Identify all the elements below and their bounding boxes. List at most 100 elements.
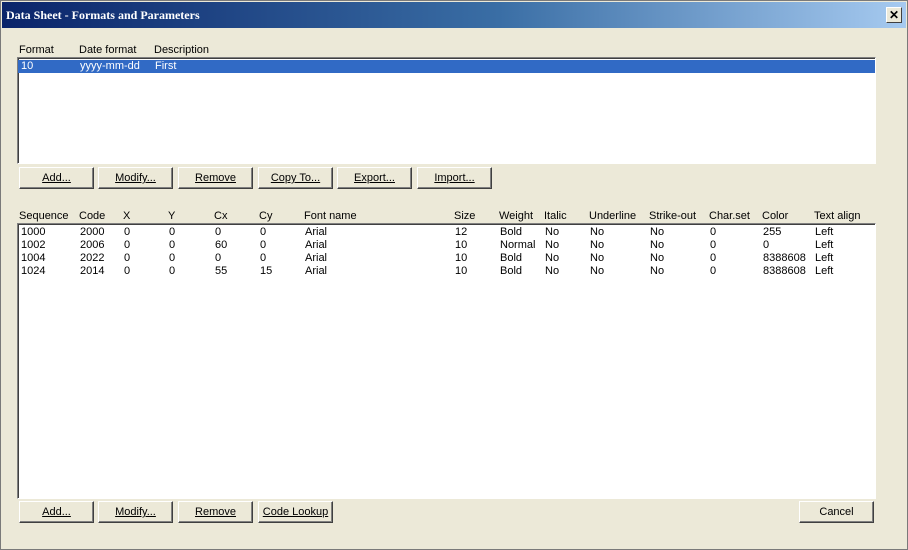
cx-cell: 0 [215, 226, 222, 238]
description-cell: First [155, 60, 177, 72]
weight-cell: Bold [500, 252, 523, 264]
format-cell: 10 [21, 60, 34, 72]
font-name-cell: Arial [305, 252, 328, 264]
y-cell: 0 [169, 252, 176, 264]
sequence-cell: 1024 [21, 265, 46, 277]
parameters-row[interactable]: 1024 2014 0 0 55 15 Arial 10 Bold No No No 0 8388608 L… [18, 265, 875, 278]
header-color[interactable]: Color [762, 210, 788, 222]
params-add-label: Add... [42, 506, 71, 518]
params-modify-button[interactable]: Modify... [98, 501, 173, 523]
underline-cell: No [590, 239, 605, 251]
strike-out-cell: No [650, 226, 665, 238]
size-cell: 12 [455, 226, 468, 238]
text-align-cell: Left [815, 265, 834, 277]
strike-out-cell: No [650, 252, 665, 264]
font-name-cell: Arial [305, 265, 328, 277]
size-cell: 10 [455, 239, 468, 251]
code-cell: 2006 [80, 239, 105, 251]
italic-cell: No [545, 239, 560, 251]
copy-to-label: Copy To... [270, 172, 321, 184]
parameters-row[interactable]: 1004 2022 0 0 0 0 Arial 10 Bold No No No 0 8388608 Lef… [18, 252, 875, 265]
import-label: Import... [434, 172, 475, 184]
header-y[interactable]: Y [168, 210, 175, 222]
params-remove-button[interactable]: Remove [178, 501, 253, 523]
header-underline[interactable]: Underline [589, 210, 636, 222]
import-button[interactable]: Import... [417, 167, 492, 189]
cy-cell: 15 [260, 265, 273, 277]
weight-cell: Normal [500, 239, 536, 251]
y-cell: 0 [169, 265, 176, 277]
color-cell: 255 [763, 226, 782, 238]
italic-cell: No [545, 265, 560, 277]
cy-cell: 0 [260, 252, 267, 264]
copy-to-button[interactable]: Copy To... [258, 167, 333, 189]
close-button[interactable]: ✕ [886, 7, 902, 23]
header-font-name[interactable]: Font name [304, 210, 357, 222]
title-bar[interactable]: Data Sheet - Formats and Parameters ✕ [2, 2, 906, 28]
x-cell: 0 [124, 252, 131, 264]
code-cell: 2000 [80, 226, 105, 238]
cy-cell: 0 [260, 226, 267, 238]
header-date-format[interactable]: Date format [79, 44, 136, 56]
header-cx[interactable]: Cx [214, 210, 227, 222]
cx-cell: 0 [215, 252, 222, 264]
char-set-cell: 0 [710, 239, 717, 251]
formats-list[interactable]: 10 yyyy-mm-dd First [17, 57, 876, 164]
weight-cell: Bold [500, 226, 523, 238]
formats-modify-label: Modify... [115, 172, 156, 184]
cancel-button[interactable]: Cancel [799, 501, 874, 523]
sequence-cell: 1002 [21, 239, 46, 251]
formats-add-label: Add... [42, 172, 71, 184]
cx-cell: 55 [215, 265, 228, 277]
export-button[interactable]: Export... [337, 167, 412, 189]
header-cy[interactable]: Cy [259, 210, 272, 222]
header-sequence[interactable]: Sequence [19, 210, 69, 222]
y-cell: 0 [169, 226, 176, 238]
char-set-cell: 0 [710, 226, 717, 238]
parameters-list[interactable]: 1000 2000 0 0 0 0 Arial 12 Bold No No No 0 255 Left 100… [17, 223, 876, 499]
code-lookup-button[interactable]: Code Lookup [258, 501, 333, 523]
params-modify-label: Modify... [115, 506, 156, 518]
window-title: Data Sheet - Formats and Parameters [6, 8, 200, 22]
weight-cell: Bold [500, 265, 523, 277]
header-description[interactable]: Description [154, 44, 209, 56]
size-cell: 10 [455, 252, 468, 264]
params-add-button[interactable]: Add... [19, 501, 94, 523]
underline-cell: No [590, 265, 605, 277]
formats-remove-button[interactable]: Remove [178, 167, 253, 189]
formats-row[interactable]: 10 yyyy-mm-dd First [18, 60, 875, 73]
sequence-cell: 1004 [21, 252, 46, 264]
text-align-cell: Left [815, 239, 834, 251]
size-cell: 10 [455, 265, 468, 277]
font-name-cell: Arial [305, 226, 328, 238]
header-format[interactable]: Format [19, 44, 54, 56]
header-text-align[interactable]: Text align [814, 210, 860, 222]
char-set-cell: 0 [710, 265, 717, 277]
header-italic[interactable]: Italic [544, 210, 567, 222]
cy-cell: 0 [260, 239, 267, 251]
header-code[interactable]: Code [79, 210, 105, 222]
header-size[interactable]: Size [454, 210, 475, 222]
underline-cell: No [590, 252, 605, 264]
char-set-cell: 0 [710, 252, 717, 264]
parameters-row[interactable]: 1000 2000 0 0 0 0 Arial 12 Bold No No No 0 255 Left [18, 226, 875, 239]
x-cell: 0 [124, 239, 131, 251]
text-align-cell: Left [815, 252, 834, 264]
italic-cell: No [545, 252, 560, 264]
header-weight[interactable]: Weight [499, 210, 533, 222]
color-cell: 8388608 [763, 265, 806, 277]
cx-cell: 60 [215, 239, 228, 251]
formats-modify-button[interactable]: Modify... [98, 167, 173, 189]
header-strike-out[interactable]: Strike-out [649, 210, 696, 222]
underline-cell: No [590, 226, 605, 238]
header-char-set[interactable]: Char.set [709, 210, 750, 222]
y-cell: 0 [169, 239, 176, 251]
parameters-row[interactable]: 1002 2006 0 0 60 0 Arial 10 Normal No No No 0 0 Left [18, 239, 875, 252]
code-cell: 2014 [80, 265, 105, 277]
code-cell: 2022 [80, 252, 105, 264]
strike-out-cell: No [650, 265, 665, 277]
italic-cell: No [545, 226, 560, 238]
formats-add-button[interactable]: Add... [19, 167, 94, 189]
header-x[interactable]: X [123, 210, 130, 222]
strike-out-cell: No [650, 239, 665, 251]
